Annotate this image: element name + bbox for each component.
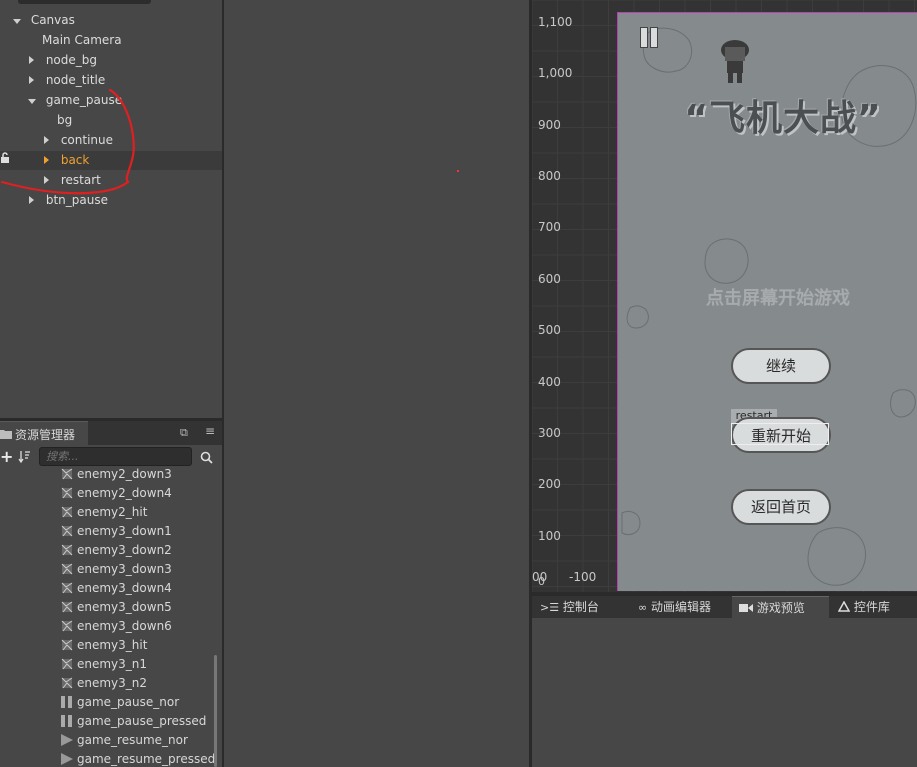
asset-item[interactable]: enemy3_down6 [60, 617, 172, 636]
y-axis-tick-label: 400 [538, 375, 561, 389]
y-axis-tick-label: 600 [538, 272, 561, 286]
sprite-thumbnail-icon [60, 619, 74, 633]
asset-item[interactable]: enemy2_hit [60, 503, 147, 522]
y-axis-tick-label: 900 [538, 118, 561, 132]
x-axis-tick-label: 00 [532, 570, 548, 584]
x-axis-tick-label: -100 [569, 570, 597, 584]
inspector-panel [224, 0, 529, 767]
sprite-thumbnail-icon [60, 657, 74, 671]
red-dot-mark [457, 170, 459, 172]
sprite-thumbnail-icon [60, 505, 74, 519]
game-preview-panel [532, 618, 917, 767]
y-axis-tick-label: 500 [538, 323, 561, 337]
asset-list: enemy2_down3 enemy2_down4 enemy2_hit enemy3… [0, 466, 214, 767]
tab-animation-editor[interactable]: ∞ 动画编辑器 [638, 596, 711, 618]
y-axis-tick-label: 800 [538, 169, 561, 183]
sprite-thumbnail-icon [60, 676, 74, 690]
sprite-thumbnail-icon [60, 467, 74, 481]
tab-game-preview[interactable]: 游戏预览 [732, 596, 829, 619]
asset-item[interactable]: enemy3_hit [60, 636, 147, 655]
asset-item[interactable]: enemy3_n1 [60, 655, 147, 674]
menu-icon[interactable]: ≡ [205, 424, 215, 438]
asset-item[interactable]: enemy3_down2 [60, 541, 172, 560]
triangle-icon [837, 600, 854, 614]
tap-to-start-hint: 点击屏幕开始游戏 [706, 288, 850, 309]
video-camera-icon [739, 601, 757, 615]
add-icon[interactable]: + [0, 449, 13, 465]
sprite-thumbnail-icon [60, 543, 74, 557]
selection-gizmo[interactable] [731, 423, 829, 445]
y-axis-tick-label: 1,000 [538, 66, 573, 80]
tab-asset-manager[interactable]: 资源管理器 [0, 421, 88, 446]
sprite-thumbnail-icon [60, 714, 74, 728]
sprite-thumbnail-icon [60, 752, 74, 766]
y-axis-tick-label: 1,100 [538, 15, 573, 29]
tab-console[interactable]: >☰ 控制台 [540, 596, 599, 618]
game-canvas-preview[interactable]: “飞机大战” 点击屏幕开始游戏 继续 restart 重新开始 返回首页 [617, 12, 917, 591]
asset-item[interactable]: game_resume_nor [60, 731, 188, 750]
game-title: “飞机大战” [684, 98, 882, 139]
asset-item[interactable]: game_pause_pressed [60, 712, 206, 731]
asset-item[interactable]: enemy2_down4 [60, 484, 172, 503]
sprite-thumbnail-icon [60, 733, 74, 747]
animation-icon: ∞ [638, 601, 648, 614]
asset-item[interactable]: game_resume_pressed [60, 750, 214, 767]
asset-item[interactable]: enemy3_down1 [60, 522, 172, 541]
red-annotation-stroke [0, 88, 135, 195]
sprite-thumbnail-icon [60, 581, 74, 595]
sprite-thumbnail-icon [60, 695, 74, 709]
y-axis-tick-label: 200 [538, 477, 561, 491]
y-axis-tick-label: 100 [538, 529, 561, 543]
asset-item[interactable]: enemy3_down5 [60, 598, 172, 617]
sprite-thumbnail-icon [60, 524, 74, 538]
tab-widget-library[interactable]: 控件库 [837, 596, 890, 618]
folder-icon [0, 428, 12, 442]
y-axis-tick-label: 300 [538, 426, 561, 440]
asset-item[interactable]: enemy3_n2 [60, 674, 147, 693]
asset-item[interactable]: enemy2_down3 [60, 466, 172, 484]
asset-item[interactable]: enemy3_down3 [60, 560, 172, 579]
node-tree-panel: Canvas Main Camera node_bg node_title ga… [0, 0, 222, 418]
asset-item[interactable]: enemy3_down4 [60, 579, 172, 598]
console-icon: >☰ [540, 601, 560, 614]
sprite-thumbnail-icon [60, 638, 74, 652]
float-window-icon[interactable]: ⧉ [180, 426, 188, 440]
sort-icon[interactable] [18, 450, 31, 466]
pause-icon[interactable] [640, 27, 658, 48]
home-button[interactable]: 返回首页 [731, 489, 831, 525]
asset-item[interactable]: game_pause_nor [60, 693, 179, 712]
asset-scrollbar[interactable] [214, 655, 217, 767]
search-icon[interactable] [200, 451, 213, 467]
character-icon [718, 39, 752, 88]
y-axis-tick-label: 700 [538, 220, 561, 234]
asset-search-input[interactable] [39, 447, 192, 466]
continue-button[interactable]: 继续 [731, 348, 831, 384]
sprite-thumbnail-icon [60, 562, 74, 576]
sprite-thumbnail-icon [60, 486, 74, 500]
sprite-thumbnail-icon [60, 600, 74, 614]
